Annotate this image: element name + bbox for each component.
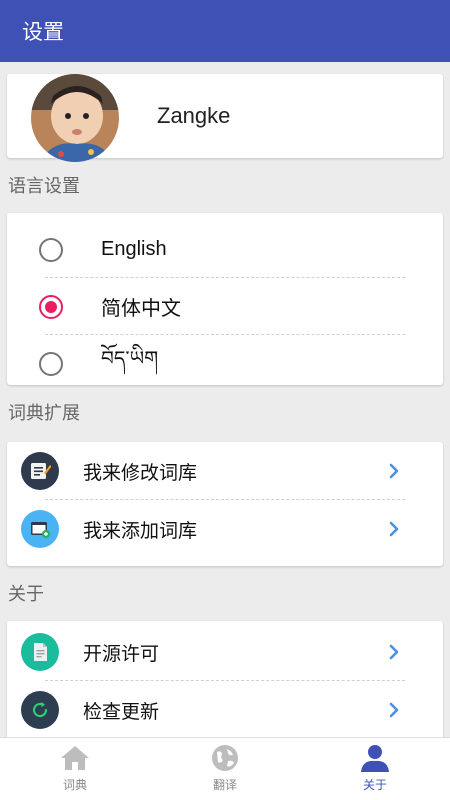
window-add-icon: [21, 510, 59, 548]
language-option-english[interactable]: English: [7, 221, 443, 278]
license-item[interactable]: 开源许可: [7, 623, 443, 681]
nav-label: 翻译: [212, 778, 237, 792]
language-label: བོད་ཡིག: [101, 345, 159, 370]
language-label: English: [101, 238, 167, 260]
radio-english[interactable]: [39, 237, 63, 262]
dict-section-title: 词典扩展: [8, 403, 80, 424]
language-label: 简体中文: [101, 296, 181, 320]
profile-card[interactable]: Zangke: [7, 74, 443, 162]
language-option-tibetan[interactable]: བོད་ཡིག: [7, 335, 443, 392]
app-bar: 设置: [0, 0, 450, 62]
page-title: 设置: [22, 20, 64, 44]
bottom-navigation: 词典 翻译 关于: [0, 737, 450, 800]
dict-card: 我来修改词库 我来添加词库: [7, 442, 443, 566]
username: Zangke: [157, 103, 231, 128]
radio-tibetan[interactable]: [39, 351, 63, 376]
language-option-chinese[interactable]: 简体中文: [7, 278, 443, 335]
globe-icon: [212, 745, 238, 771]
chevron-right-icon: [389, 521, 399, 537]
menu-label: 我来添加词库: [83, 519, 198, 542]
refresh-icon: [21, 691, 59, 729]
chevron-right-icon: [389, 702, 399, 718]
chevron-right-icon: [389, 463, 399, 479]
check-update-item[interactable]: 检查更新: [7, 681, 443, 739]
menu-label: 开源许可: [83, 642, 160, 665]
nav-translate[interactable]: 翻译: [150, 738, 300, 800]
avatar[interactable]: [31, 74, 119, 162]
home-icon: [61, 746, 89, 770]
about-card: 开源许可 检查更新: [7, 621, 443, 741]
chevron-right-icon: [389, 644, 399, 660]
license-document-icon: [21, 633, 59, 671]
radio-chinese[interactable]: [39, 294, 63, 319]
language-section-title: 语言设置: [8, 176, 80, 197]
menu-label: 检查更新: [83, 700, 160, 723]
edit-dictionary-item[interactable]: 我来修改词库: [7, 442, 443, 500]
about-section-title: 关于: [8, 584, 44, 605]
nav-about[interactable]: 关于: [300, 738, 450, 800]
language-card: English 简体中文 བོད་ཡིག: [7, 213, 443, 385]
nav-dictionary[interactable]: 词典: [0, 738, 150, 800]
nav-label: 关于: [362, 778, 387, 792]
add-dictionary-item[interactable]: 我来添加词库: [7, 500, 443, 558]
person-icon: [361, 745, 389, 772]
nav-label: 词典: [62, 778, 87, 792]
edit-document-icon: [21, 452, 59, 490]
menu-label: 我来修改词库: [83, 461, 198, 484]
